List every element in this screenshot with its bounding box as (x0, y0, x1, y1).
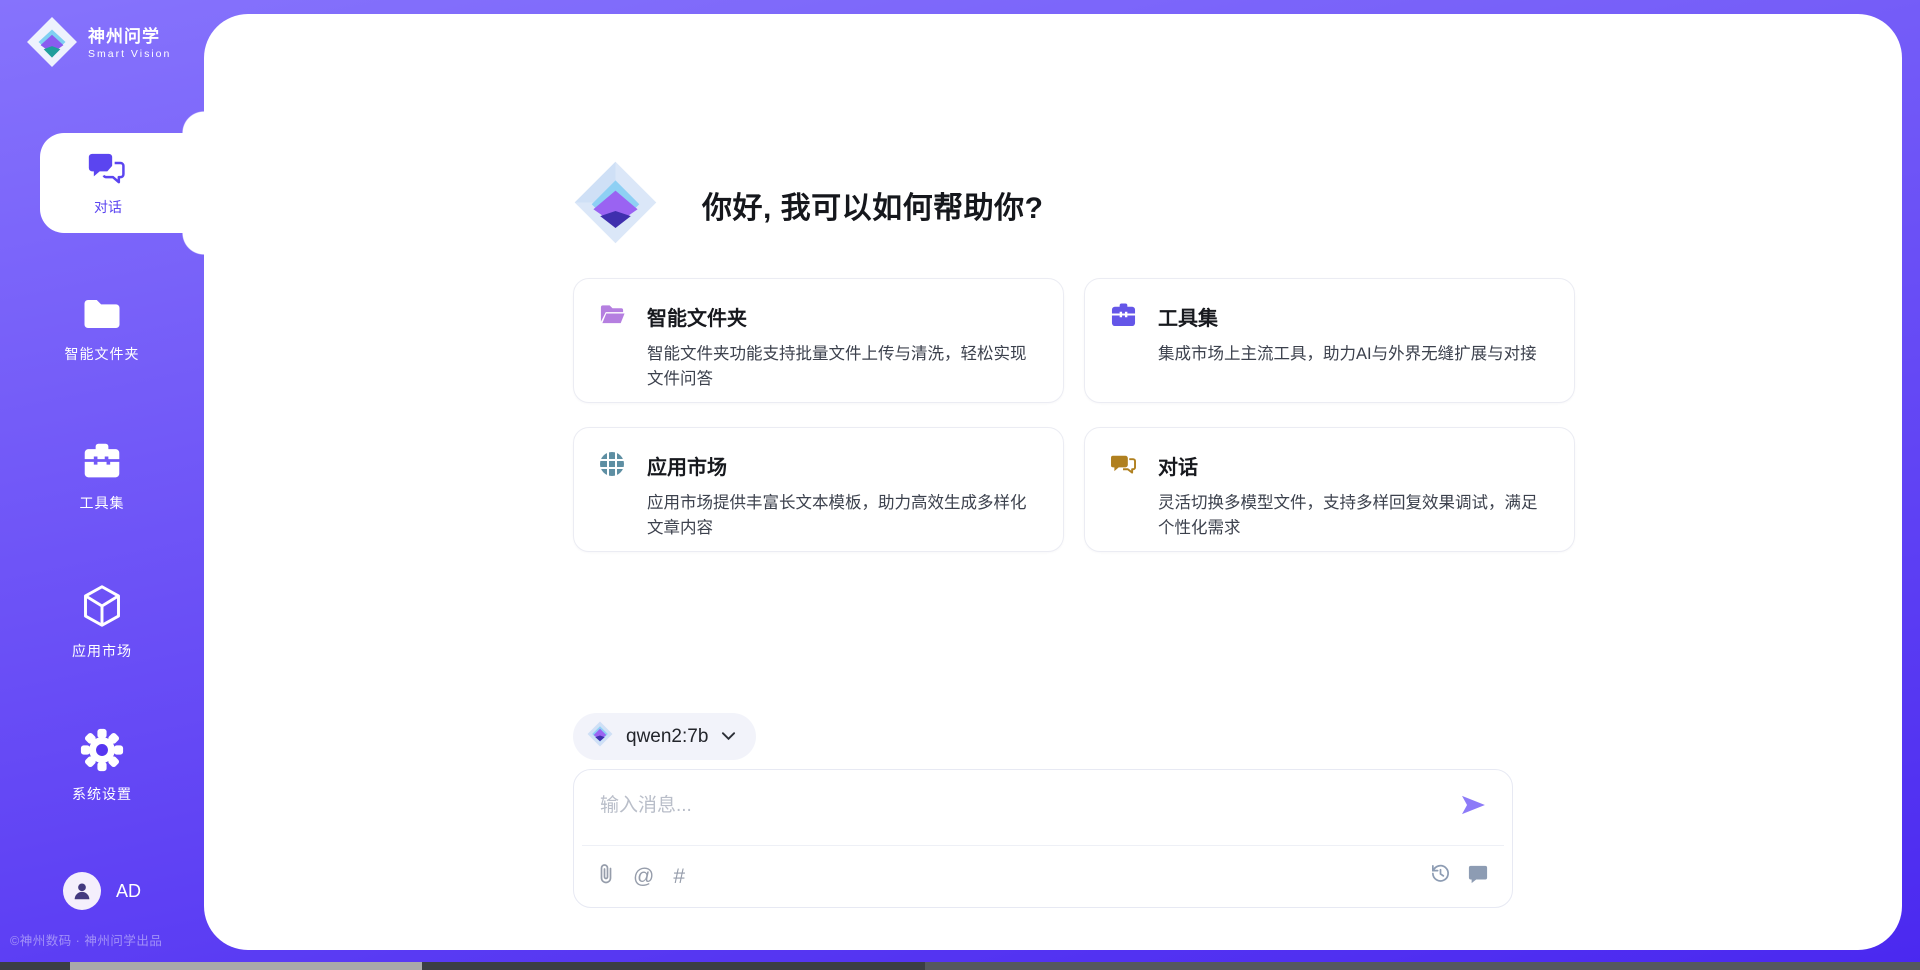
chat-bubbles-icon (88, 149, 128, 190)
brand-subtitle: Smart Vision (88, 48, 171, 62)
brand-logo-icon (26, 16, 78, 73)
chat-icon (1110, 449, 1137, 551)
avatar (63, 872, 101, 910)
sidebar-item-label: 系统设置 (72, 784, 132, 804)
sidebar-item-label: 工具集 (80, 493, 125, 513)
app-grid-icon (599, 449, 626, 551)
toolbox-icon (1110, 300, 1137, 402)
user-profile[interactable]: AD (0, 872, 204, 910)
brand: 神州问学 Smart Vision (26, 16, 171, 73)
message-input[interactable] (598, 788, 1422, 838)
toolbox-icon (80, 441, 124, 484)
horizontal-scrollbar[interactable] (0, 962, 1920, 970)
attach-icon[interactable] (598, 863, 614, 889)
mention-icon[interactable]: @ (633, 866, 654, 887)
hero: 你好, 我可以如何帮助你? (573, 160, 1044, 250)
card-title: 对话 (1158, 451, 1550, 480)
card-tools[interactable]: 工具集 集成市场上主流工具，助力AI与外界无缝扩展与对接 (1084, 278, 1575, 403)
card-chat[interactable]: 对话 灵活切换多模型文件，支持多样回复效果调试，满足个性化需求 (1084, 427, 1575, 552)
send-icon[interactable] (1460, 794, 1486, 821)
user-initials: AD (116, 881, 141, 902)
tab-fillet-top (182, 111, 204, 133)
greeting-title: 你好, 我可以如何帮助你? (702, 183, 1044, 227)
brand-name: 神州问学 (88, 27, 171, 47)
feature-cards: 智能文件夹 智能文件夹功能支持批量文件上传与清洗，轻松实现文件问答 工具集 集成… (573, 278, 1517, 552)
folder-icon (81, 296, 123, 335)
history-icon[interactable] (1430, 863, 1451, 889)
chevron-down-icon (721, 728, 736, 746)
tab-fillet-bottom (182, 233, 204, 255)
card-title: 工具集 (1158, 302, 1550, 331)
app-logo-icon (573, 160, 658, 250)
sidebar-item-label: 智能文件夹 (65, 344, 140, 364)
sidebar-item-label: 应用市场 (72, 641, 132, 661)
card-desc: 应用市场提供丰富长文本模板，助力高效生成多样化文章内容 (647, 491, 1039, 541)
composer-toolbar: @ # (574, 846, 1512, 906)
model-logo-icon (587, 721, 613, 752)
sidebar-item-folders[interactable]: 智能文件夹 (0, 296, 204, 364)
sidebar-item-tools[interactable]: 工具集 (0, 441, 204, 513)
hash-icon[interactable]: # (673, 866, 685, 887)
sidebar-item-label: 对话 (94, 197, 122, 217)
composer: @ # (573, 769, 1513, 908)
card-desc: 灵活切换多模型文件，支持多样回复效果调试，满足个性化需求 (1158, 491, 1550, 541)
card-desc: 集成市场上主流工具，助力AI与外界无缝扩展与对接 (1158, 342, 1550, 367)
card-title: 智能文件夹 (647, 302, 1039, 331)
card-market[interactable]: 应用市场 应用市场提供丰富长文本模板，助力高效生成多样化文章内容 (573, 427, 1064, 552)
sidebar-item-market[interactable]: 应用市场 (0, 583, 204, 661)
comment-icon[interactable] (1468, 864, 1488, 889)
cube-icon (80, 583, 124, 632)
scrollbar-thumb[interactable] (70, 962, 422, 970)
card-desc: 智能文件夹功能支持批量文件上传与清洗，轻松实现文件问答 (647, 342, 1039, 392)
card-title: 应用市场 (647, 451, 1039, 480)
gear-icon (80, 728, 124, 775)
model-selector[interactable]: qwen2:7b (573, 713, 756, 760)
sidebar-item-chat[interactable]: 对话 (40, 133, 204, 233)
model-name: qwen2:7b (626, 726, 708, 748)
sidebar-item-settings[interactable]: 系统设置 (0, 728, 204, 804)
card-folders[interactable]: 智能文件夹 智能文件夹功能支持批量文件上传与清洗，轻松实现文件问答 (573, 278, 1064, 403)
scrollbar-track-segment (925, 962, 1920, 970)
folder-open-icon (599, 300, 626, 402)
sidebar: 神州问学 Smart Vision 对话 智能文件夹 (0, 0, 204, 970)
copyright-text: ©神州数码 · 神州问学出品 (10, 930, 162, 949)
